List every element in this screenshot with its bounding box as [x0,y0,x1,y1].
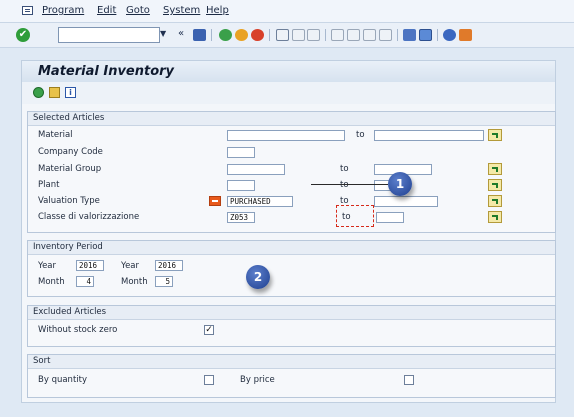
by-quantity-checkbox[interactable] [204,375,214,385]
material-to-input[interactable] [374,130,484,141]
callout-pointer-line [311,184,388,185]
menu-program[interactable]: Program [42,5,84,16]
callout-1: 1 [388,172,412,196]
highlight-bracket [336,205,374,227]
info-icon[interactable]: i [65,87,76,98]
to-year-label: Year [121,261,139,271]
by-quantity-label: By quantity [38,375,87,385]
print-icon[interactable] [276,29,289,41]
from-month-label: Month [38,277,65,287]
to-month-input[interactable]: 5 [155,276,173,287]
valuation-type-to-input[interactable] [374,196,438,207]
to-month-label: Month [121,277,148,287]
group-title: Sort [28,355,555,369]
multiple-selection-icon[interactable] [488,195,502,207]
multiple-selection-icon[interactable] [488,211,502,223]
group-title: Excluded Articles [28,306,555,320]
check-icon[interactable]: ✔ [16,28,30,42]
valuation-type-from-input[interactable]: PURCHASED [227,196,293,207]
page-title: Material Inventory [38,64,175,79]
multiple-selection-icon[interactable] [488,163,502,175]
from-year-label: Year [38,261,56,271]
material-from-input[interactable] [227,130,345,141]
inventory-period-group: Inventory Period [27,240,556,297]
by-price-label: By price [240,375,275,385]
plant-label: Plant [38,180,60,190]
valuation-class-from-input[interactable]: Z053 [227,212,255,223]
material-group-from-input[interactable] [227,164,285,175]
valuation-class-to-input[interactable] [376,212,404,223]
customize-layout-icon[interactable] [459,29,472,41]
valuation-class-label: Classe di valorizzazione [38,212,140,222]
next-page-icon[interactable] [363,29,376,41]
toolbar-separator [269,29,270,41]
group-title: Selected Articles [28,112,555,126]
plant-to-label: to [340,180,349,190]
command-field[interactable] [58,27,160,43]
standard-toolbar: ✔ ▼ « [0,23,574,48]
from-month-input[interactable]: 4 [76,276,94,287]
find-icon[interactable] [292,29,305,41]
group-title: Inventory Period [28,241,555,255]
exit-icon[interactable] [235,29,248,41]
material-group-to-label: to [340,164,349,174]
window-menu-icon[interactable] [22,6,33,15]
menu-goto[interactable]: Goto [126,5,150,16]
menu-help[interactable]: Help [206,5,229,16]
get-variant-icon[interactable] [49,87,60,98]
execute-icon[interactable] [33,87,44,98]
toolbar-separator [437,29,438,41]
without-stock-zero-checkbox[interactable]: ✓ [204,325,214,335]
by-price-checkbox[interactable] [404,375,414,385]
toolbar-separator [397,29,398,41]
application-toolbar: i [21,82,556,105]
valuation-type-label: Valuation Type [38,196,100,206]
material-to-label: to [356,130,365,140]
sort-group: Sort [27,354,556,398]
menu-bar: Program Edit Goto System Help [0,0,574,23]
multiple-selection-icon[interactable] [488,129,502,141]
shortcut-icon[interactable] [419,29,432,41]
multiple-selection-icon[interactable] [488,179,502,191]
toolbar-separator [325,29,326,41]
required-entry-icon [209,196,221,206]
back-icon[interactable] [219,29,232,41]
menu-system[interactable]: System [163,5,200,16]
from-year-input[interactable]: 2016 [76,260,104,271]
menu-edit[interactable]: Edit [97,5,116,16]
material-label: Material [38,130,73,140]
company-code-label: Company Code [38,147,103,157]
callout-2: 2 [246,265,270,289]
company-code-input[interactable] [227,147,255,158]
chevron-down-icon[interactable]: ▼ [160,29,166,38]
without-stock-zero-label: Without stock zero [38,325,118,335]
new-session-icon[interactable] [403,29,416,41]
last-page-icon[interactable] [379,29,392,41]
screen-header: Material Inventory [21,60,556,82]
double-left-chevron-icon[interactable]: « [178,28,184,39]
previous-page-icon[interactable] [347,29,360,41]
plant-from-input[interactable] [227,180,255,191]
toolbar-separator [211,29,212,41]
first-page-icon[interactable] [331,29,344,41]
cancel-icon[interactable] [251,29,264,41]
save-icon[interactable] [193,29,206,41]
to-year-input[interactable]: 2016 [155,260,183,271]
help-icon[interactable] [443,29,456,41]
find-next-icon[interactable] [307,29,320,41]
material-group-label: Material Group [38,164,102,174]
